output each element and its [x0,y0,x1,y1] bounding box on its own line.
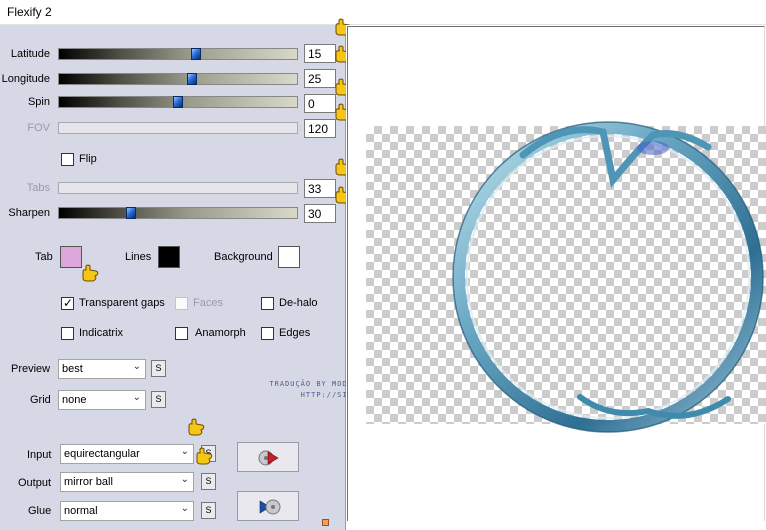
chevron-down-icon: ⌄ [180,503,189,514]
glue-select-value: normal [64,505,98,517]
preview-select-value: best [62,363,83,375]
indicatrix-label: Indicatrix [79,327,124,339]
window-title: Flexify 2 [7,5,52,19]
sharpen-input[interactable]: 30 [304,204,336,223]
output-select[interactable]: mirror ball ⌄ [60,472,194,492]
edges-label: Edges [279,327,311,339]
sharpen-label: Sharpen [8,207,50,219]
preview-area [346,25,766,530]
settings-panel: Latitude 15 Longitude 25 Spin 0 FOV 120 … [0,25,346,530]
glue-label: Glue [28,505,52,517]
preview-canvas[interactable] [347,26,766,521]
grid-s-button[interactable]: S [151,391,166,408]
transparent-gaps-label: Transparent gaps [79,297,165,309]
preview-s-button[interactable]: S [151,360,166,377]
spin-label: Spin [27,96,50,108]
chevron-down-icon: ⌄ [132,361,141,372]
tab-color-label: Tab [35,251,53,263]
faces-checkbox[interactable] [175,297,188,310]
preview-select[interactable]: best ⌄ [58,359,146,379]
fov-input[interactable]: 120 [304,119,336,138]
tabs-slider[interactable] [58,182,298,194]
spin-slider[interactable] [58,96,298,108]
chevron-down-icon: ⌄ [180,474,189,485]
indicatrix-checkbox[interactable] [61,327,74,340]
edges-checkbox[interactable] [261,327,274,340]
de-halo-checkbox[interactable] [261,297,274,310]
flip-label: Flip [79,153,97,165]
input-select-value: equirectangular [64,448,140,460]
background-color-label: Background [214,251,273,263]
output-s-button[interactable]: S [201,473,216,490]
tab-color-swatch[interactable] [60,246,82,268]
fov-label: FOV [27,122,50,134]
play-back-icon [259,499,281,515]
play-forward-icon [258,450,279,466]
background-color-swatch[interactable] [278,246,300,268]
sharpen-thumb[interactable] [126,207,136,219]
input-select[interactable]: equirectangular ⌄ [60,444,194,464]
sharpen-slider[interactable] [58,207,298,219]
anamorph-checkbox[interactable] [175,327,188,340]
glue-select[interactable]: normal ⌄ [60,501,194,521]
output-select-value: mirror ball [64,476,113,488]
fov-slider[interactable] [58,122,298,134]
spin-thumb[interactable] [173,96,183,108]
de-halo-label: De-halo [279,297,318,309]
pointing-hand-icon [196,447,213,465]
latitude-label: Latitude [10,48,50,60]
grid-select-value: none [62,394,87,406]
lines-color-label: Lines [125,251,152,263]
faces-label: Faces [193,297,223,309]
input-label: Input [27,449,52,461]
title-bar: Flexify 2 [0,0,766,25]
spin-input[interactable]: 0 [304,94,336,113]
latitude-thumb[interactable] [191,48,201,60]
grid-select[interactable]: none ⌄ [58,390,146,410]
forward-transform-button[interactable] [237,442,299,472]
longitude-input[interactable]: 25 [304,69,336,88]
lines-color-swatch[interactable] [158,246,180,268]
output-label: Output [18,477,52,489]
pointing-hand-icon [188,418,205,436]
flip-checkbox[interactable] [61,153,74,166]
longitude-slider[interactable] [58,73,298,85]
longitude-thumb[interactable] [187,73,197,85]
transparent-gaps-checkbox[interactable] [61,296,74,310]
glue-s-button[interactable]: S [201,502,216,519]
mirror-ball-frame-image [452,121,764,433]
chevron-down-icon: ⌄ [180,446,189,457]
latitude-input[interactable]: 15 [304,44,336,63]
reverse-transform-button[interactable] [237,491,299,521]
latitude-slider[interactable] [58,48,298,60]
longitude-label: Longitude [1,73,50,85]
tabs-label: Tabs [26,182,50,194]
preview-label: Preview [11,363,51,375]
pointing-hand-icon [82,264,99,282]
chevron-down-icon: ⌄ [132,392,141,403]
resize-grip[interactable] [322,519,329,526]
tabs-input[interactable]: 33 [304,179,336,198]
anamorph-label: Anamorph [195,327,246,339]
grid-label: Grid [30,394,51,406]
